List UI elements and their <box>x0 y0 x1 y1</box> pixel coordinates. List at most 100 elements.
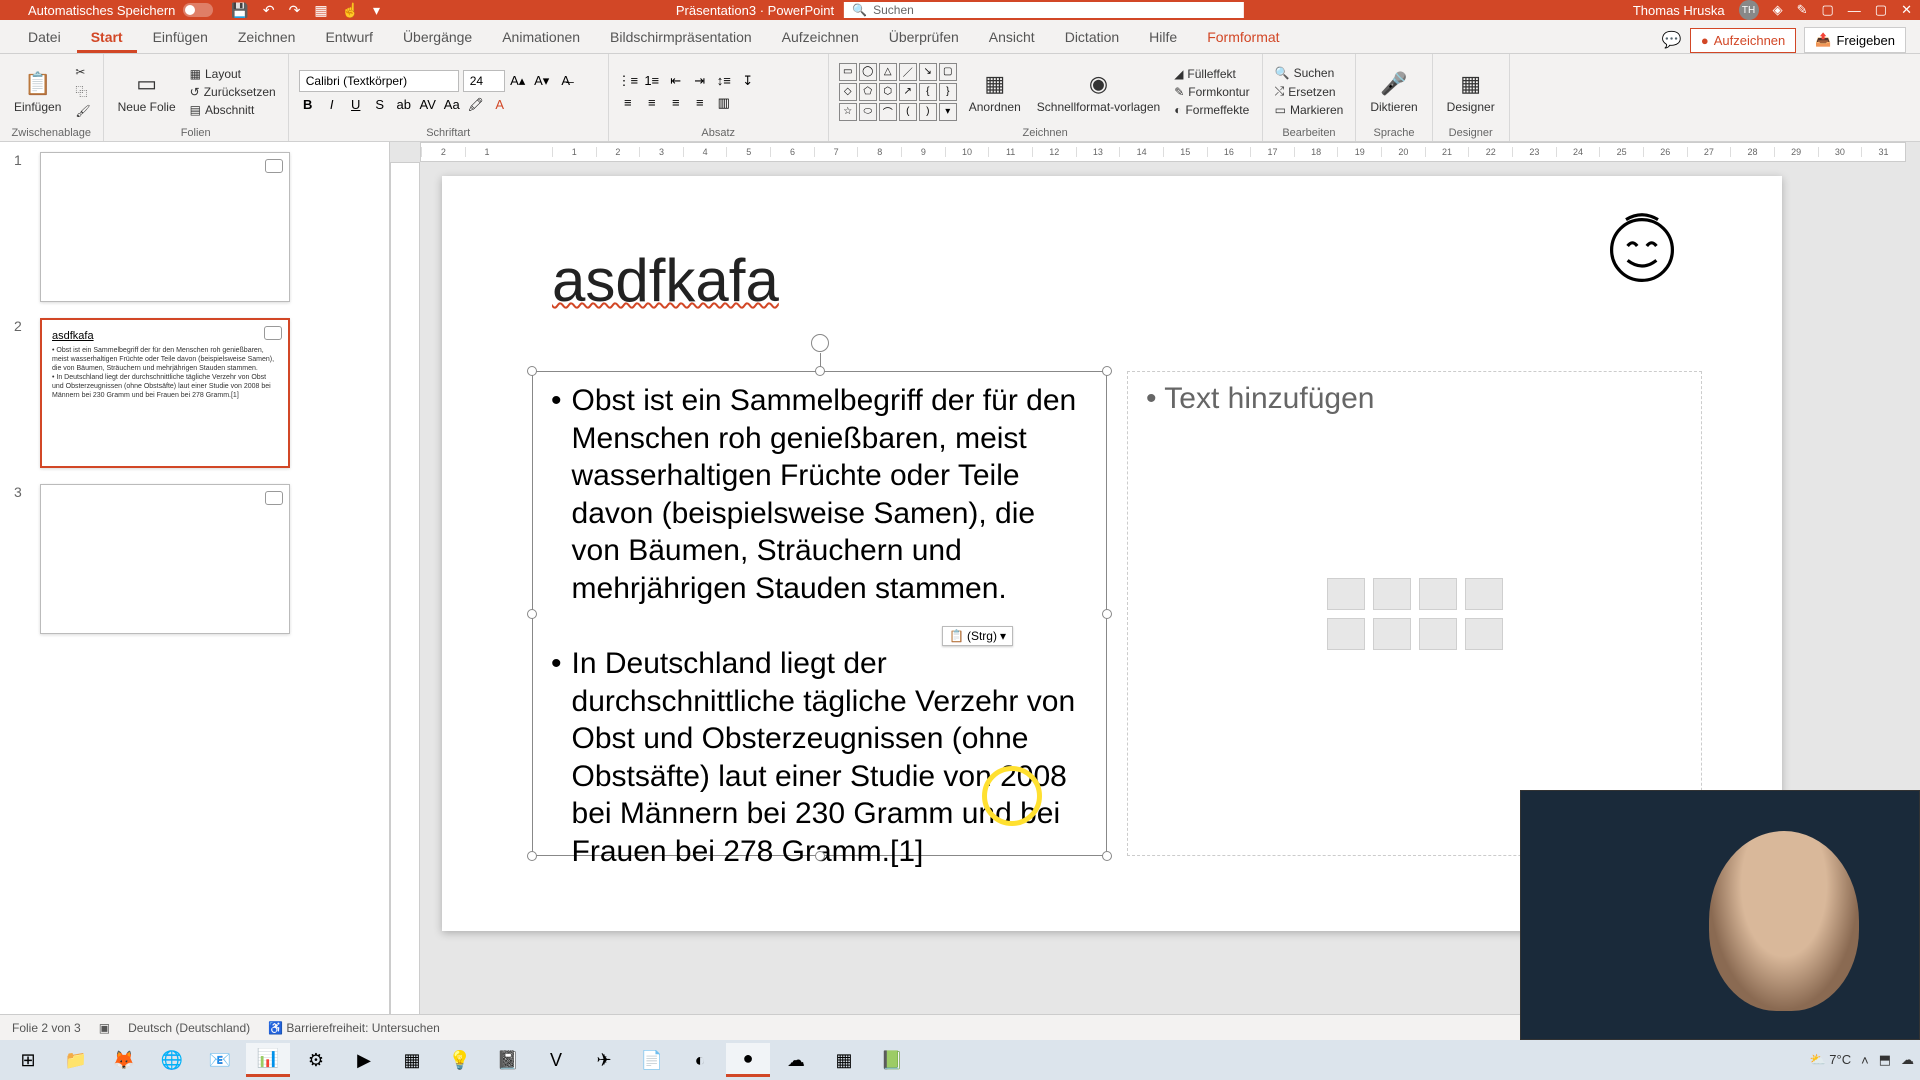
slide-title[interactable]: asdfkafa <box>552 246 779 315</box>
bullet-text-2[interactable]: In Deutschland liegt der durchschnittlic… <box>572 645 1088 870</box>
format-painter-button[interactable]: 🖌 <box>73 103 92 119</box>
insert-video-icon[interactable] <box>1419 618 1457 650</box>
redo-icon[interactable]: ↷ <box>289 2 301 19</box>
dictate-button[interactable]: 🎤Diktieren <box>1366 68 1421 116</box>
language-status[interactable]: Deutsch (Deutschland) <box>128 1021 250 1035</box>
new-slide-button[interactable]: ▭Neue Folie <box>114 68 180 116</box>
resize-handle[interactable] <box>527 366 537 376</box>
smiley-shape[interactable] <box>1602 206 1682 286</box>
tab-dictation[interactable]: Dictation <box>1051 21 1133 53</box>
tray-chevron-icon[interactable]: ˄ <box>1861 1053 1869 1068</box>
app8-icon[interactable]: ▦ <box>822 1043 866 1077</box>
cut-button[interactable]: ✂ <box>73 64 92 80</box>
highlight-button[interactable]: 🖍 <box>467 96 485 114</box>
justify-button[interactable]: ≡ <box>691 94 709 112</box>
app2-icon[interactable]: ▦ <box>390 1043 434 1077</box>
app3-icon[interactable]: 💡 <box>438 1043 482 1077</box>
vlc-icon[interactable]: ▶ <box>342 1043 386 1077</box>
effects-button[interactable]: ◐Formeffekte <box>1172 102 1251 118</box>
tab-einfuegen[interactable]: Einfügen <box>139 21 222 53</box>
text-direction-button[interactable]: ↧ <box>739 72 757 90</box>
resize-handle[interactable] <box>1102 851 1112 861</box>
thumb-3[interactable]: 3 <box>14 484 375 634</box>
insert-chart-icon[interactable] <box>1373 578 1411 610</box>
tab-uebergaenge[interactable]: Übergänge <box>389 21 486 53</box>
paste-button[interactable]: 📋Einfügen <box>10 68 65 116</box>
minimize-button[interactable]: — <box>1848 3 1861 18</box>
window-icon[interactable]: ▢ <box>1822 2 1834 18</box>
tab-animationen[interactable]: Animationen <box>488 21 594 53</box>
right-placeholder[interactable]: Text hinzufügen <box>1127 371 1702 856</box>
slide-count[interactable]: Folie 2 von 3 <box>12 1021 81 1035</box>
telegram-icon[interactable]: ✈ <box>582 1043 626 1077</box>
share-button[interactable]: 📤Freigeben <box>1804 27 1906 53</box>
quick-styles-button[interactable]: ◉Schnellformat-vorlagen <box>1033 68 1164 116</box>
columns-button[interactable]: ▥ <box>715 94 733 112</box>
outlook-icon[interactable]: 📧 <box>198 1043 242 1077</box>
resize-handle[interactable] <box>815 851 825 861</box>
case-button[interactable]: Aa <box>443 96 461 114</box>
tab-formformat[interactable]: Formformat <box>1193 21 1293 53</box>
outdent-button[interactable]: ⇤ <box>667 72 685 90</box>
excel-icon[interactable]: 📗 <box>870 1043 914 1077</box>
replace-button[interactable]: ⤭Ersetzen <box>1273 83 1346 100</box>
resize-handle[interactable] <box>527 609 537 619</box>
reset-button[interactable]: ↺Zurücksetzen <box>188 84 278 100</box>
tab-entwurf[interactable]: Entwurf <box>311 21 386 53</box>
powerpoint-icon[interactable]: 📊 <box>246 1043 290 1077</box>
font-size-combo[interactable]: 24 <box>463 70 505 92</box>
outline-button[interactable]: ✎Formkontur <box>1172 84 1251 100</box>
numbering-button[interactable]: 1≡ <box>643 72 661 90</box>
align-center-button[interactable]: ≡ <box>643 94 661 112</box>
search-box[interactable]: 🔍 Suchen <box>844 2 1244 18</box>
diamond-icon[interactable]: ◈ <box>1773 2 1783 18</box>
insert-online-picture-icon[interactable] <box>1373 618 1411 650</box>
app5-icon[interactable]: ◐ <box>678 1043 722 1077</box>
resize-handle[interactable] <box>527 851 537 861</box>
tab-zeichnen[interactable]: Zeichnen <box>224 21 310 53</box>
insert-smartart-icon[interactable] <box>1419 578 1457 610</box>
grow-font-icon[interactable]: A▴ <box>509 72 527 90</box>
present-icon[interactable]: ▦ <box>314 2 327 19</box>
user-avatar[interactable]: TH <box>1739 0 1759 20</box>
italic-button[interactable]: I <box>323 96 341 114</box>
app7-icon[interactable]: ☁ <box>774 1043 818 1077</box>
bullets-button[interactable]: ⋮≡ <box>619 72 637 90</box>
underline-button[interactable]: U <box>347 96 365 114</box>
onenote-icon[interactable]: 📓 <box>486 1043 530 1077</box>
tab-ueberpruefen[interactable]: Überprüfen <box>875 21 973 53</box>
indent-button[interactable]: ⇥ <box>691 72 709 90</box>
fill-button[interactable]: ◢Fülleffekt <box>1172 66 1251 82</box>
tab-datei[interactable]: Datei <box>14 21 75 53</box>
font-name-combo[interactable]: Calibri (Textkörper) <box>299 70 459 92</box>
resize-handle[interactable] <box>1102 609 1112 619</box>
shrink-font-icon[interactable]: A▾ <box>533 72 551 90</box>
undo-icon[interactable]: ↶ <box>263 2 275 19</box>
thumb-1[interactable]: 1 <box>14 152 375 302</box>
resize-handle[interactable] <box>815 366 825 376</box>
qat-more-icon[interactable]: ▾ <box>373 2 380 19</box>
strike-button[interactable]: S <box>371 96 389 114</box>
start-button[interactable]: ⊞ <box>6 1043 50 1077</box>
tab-aufzeichnen[interactable]: Aufzeichnen <box>768 21 873 53</box>
insert-3d-icon[interactable] <box>1465 578 1503 610</box>
chrome-icon[interactable]: 🌐 <box>150 1043 194 1077</box>
find-button[interactable]: 🔍Suchen <box>1273 65 1346 81</box>
align-right-button[interactable]: ≡ <box>667 94 685 112</box>
placeholder-text[interactable]: Text hinzufügen <box>1128 372 1701 426</box>
user-name[interactable]: Thomas Hruska <box>1633 3 1725 18</box>
copy-button[interactable]: ⿻ <box>73 82 92 101</box>
accessibility-status[interactable]: ♿ Barrierefreiheit: Untersuchen <box>268 1021 440 1035</box>
resize-handle[interactable] <box>1102 366 1112 376</box>
align-left-button[interactable]: ≡ <box>619 94 637 112</box>
tab-bildschirm[interactable]: Bildschirmpräsentation <box>596 21 766 53</box>
paste-options-tag[interactable]: 📋 (Strg) ▾ <box>942 626 1013 646</box>
tray-icon-2[interactable]: ☁ <box>1901 1052 1914 1068</box>
layout-button[interactable]: ▦Layout <box>188 66 278 82</box>
save-icon[interactable]: 💾 <box>231 2 248 19</box>
line-spacing-button[interactable]: ↕≡ <box>715 72 733 90</box>
select-button[interactable]: ▭Markieren <box>1273 102 1346 118</box>
tab-start[interactable]: Start <box>77 21 137 53</box>
autosave-toggle[interactable] <box>183 3 213 17</box>
weather-widget[interactable]: ⛅ 7°C <box>1809 1052 1851 1068</box>
